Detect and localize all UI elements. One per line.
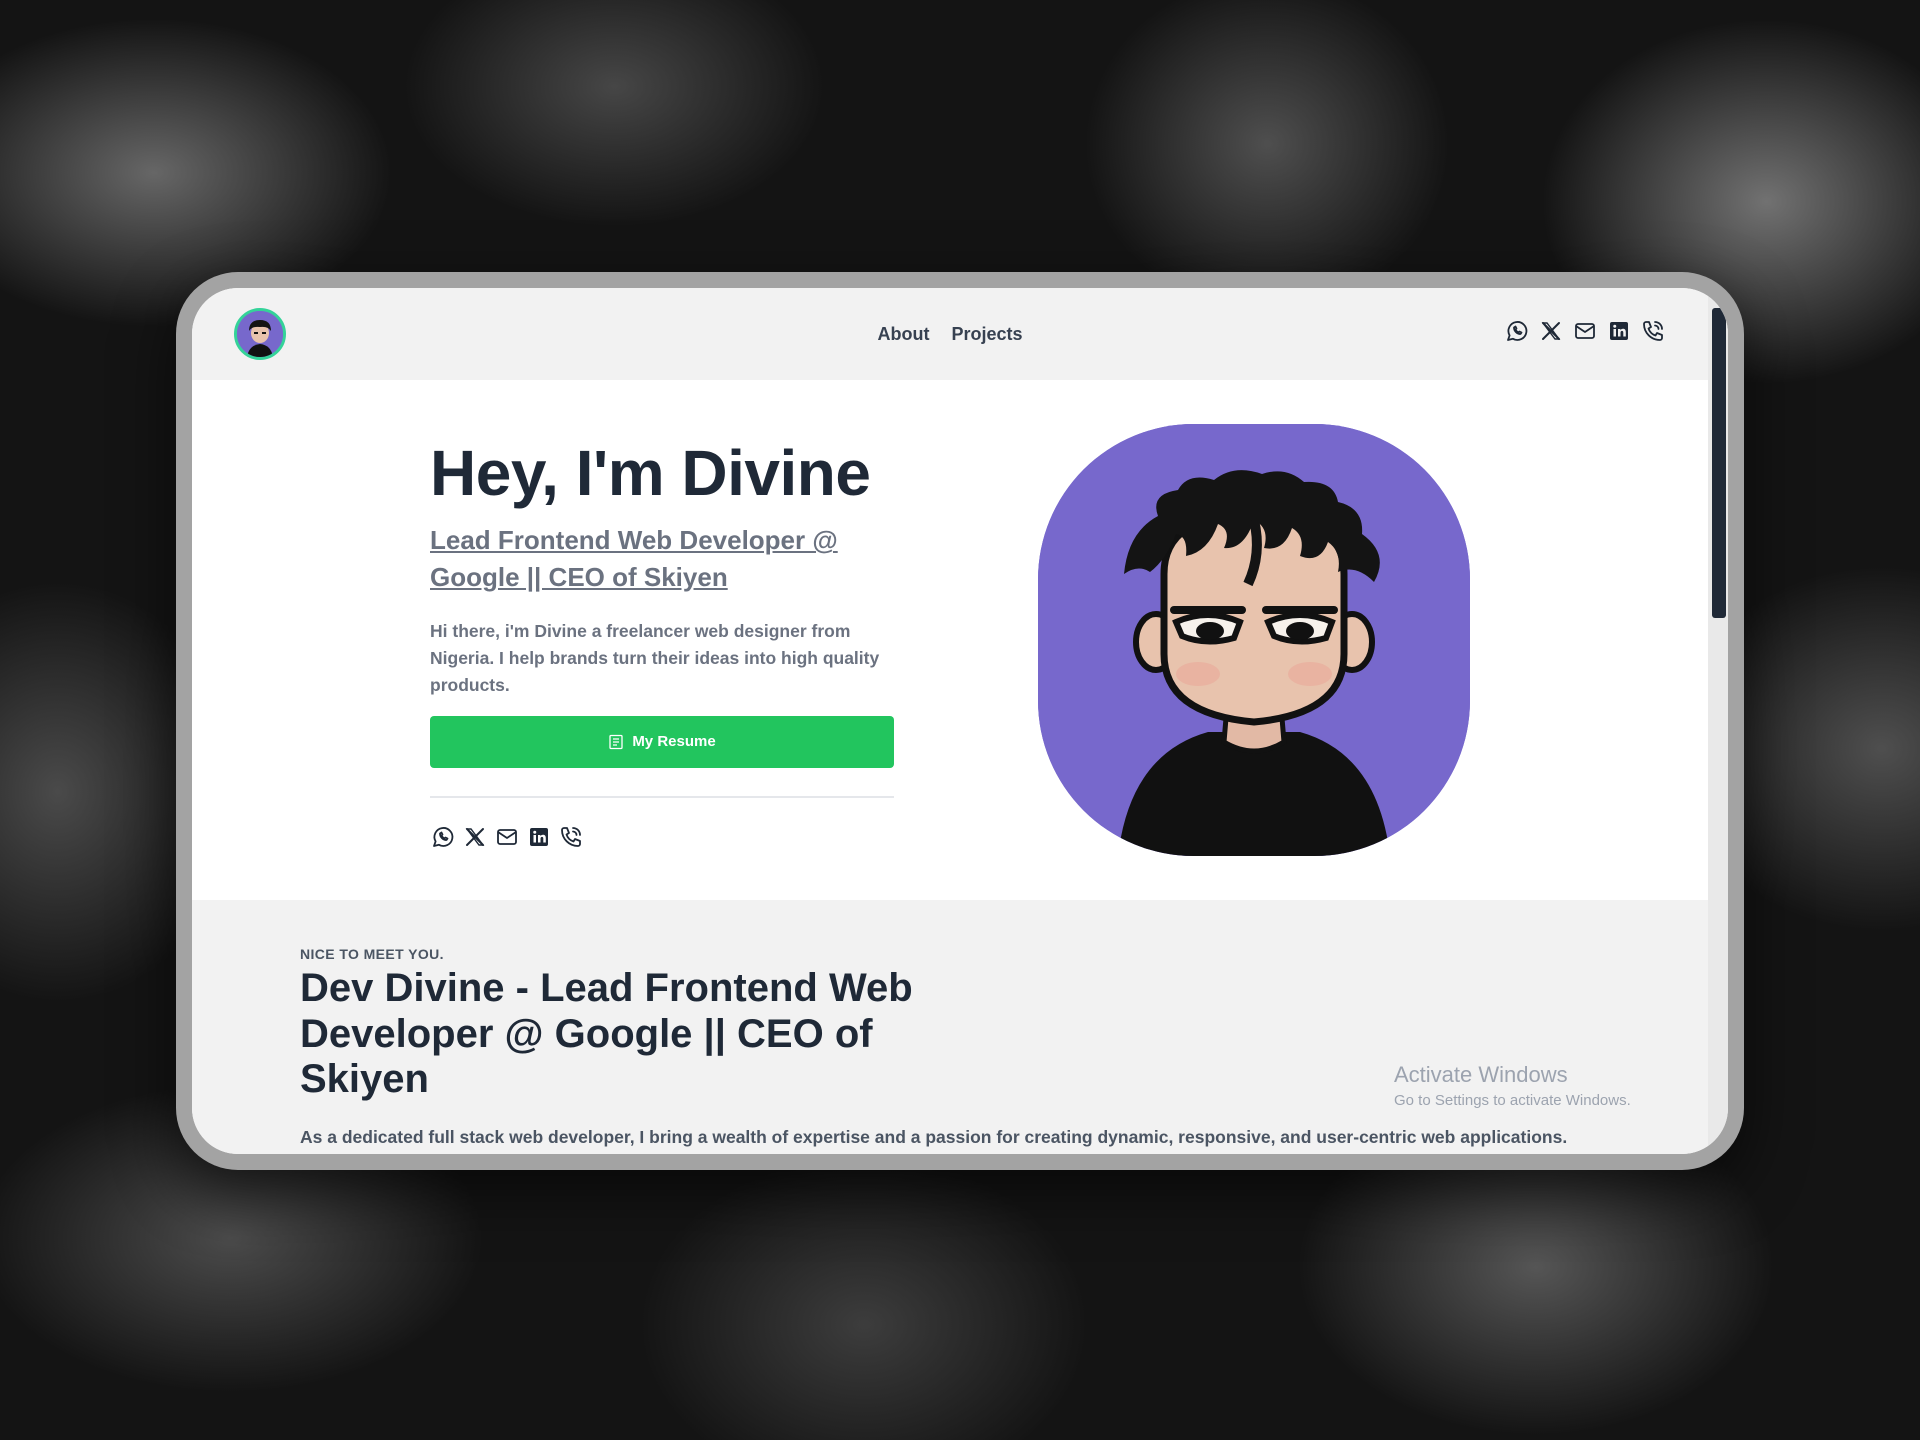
scrollbar-track[interactable]: [1708, 288, 1728, 1154]
x-icon[interactable]: [1538, 318, 1564, 344]
navbar: About Projects: [192, 288, 1708, 380]
nav-social-links: [1504, 318, 1666, 344]
nav-links: About Projects: [192, 288, 1708, 380]
hero-title: Hey, I'm Divine: [430, 437, 871, 509]
about-title: Dev Divine - Lead Frontend Web Developer…: [300, 966, 913, 1102]
cartoon-avatar-icon: [1038, 424, 1470, 856]
about-body: As a dedicated full stack web developer,…: [300, 1127, 1568, 1154]
whatsapp-icon[interactable]: [1504, 318, 1530, 344]
watermark-title: Activate Windows: [1394, 1062, 1568, 1087]
about-section: NICE TO MEET YOU. Dev Divine - Lead Fron…: [192, 900, 1708, 1154]
hero-section: Hey, I'm Divine Lead Frontend Web Develo…: [192, 380, 1708, 900]
resume-button-label: My Resume: [632, 733, 716, 751]
phone-icon[interactable]: [558, 824, 584, 850]
linkedin-icon[interactable]: [1606, 318, 1632, 344]
hero-subtitle-link[interactable]: Lead Frontend Web Developer @ Google || …: [430, 522, 900, 596]
nav-link-about[interactable]: About: [877, 324, 929, 345]
hero-description: Hi there, i'm Divine a freelancer web de…: [430, 621, 880, 696]
phone-icon[interactable]: [1640, 318, 1666, 344]
linkedin-icon[interactable]: [526, 824, 552, 850]
scrollbar-thumb[interactable]: [1712, 308, 1726, 618]
divider: [430, 795, 894, 798]
x-icon[interactable]: [462, 824, 488, 850]
mail-icon[interactable]: [494, 824, 520, 850]
about-kicker: NICE TO MEET YOU.: [300, 946, 444, 962]
whatsapp-icon[interactable]: [430, 824, 456, 850]
hero-text: Hey, I'm Divine Lead Frontend Web Develo…: [430, 438, 900, 850]
browser-viewport: About Projects Hey, I'm Divine Lead Fron…: [192, 288, 1728, 1154]
mail-icon[interactable]: [1572, 318, 1598, 344]
hero-avatar-illustration: [1038, 424, 1470, 856]
resume-button[interactable]: My Resume: [430, 715, 894, 768]
nav-link-projects[interactable]: Projects: [951, 324, 1022, 345]
hero-social-links: [430, 824, 900, 850]
device-frame: About Projects Hey, I'm Divine Lead Fron…: [176, 272, 1744, 1170]
document-icon: [609, 734, 623, 749]
watermark-subtitle: Go to Settings to activate Windows.: [1394, 1092, 1631, 1109]
windows-activation-watermark: Activate Windows Go to Settings to activ…: [1394, 1062, 1631, 1109]
